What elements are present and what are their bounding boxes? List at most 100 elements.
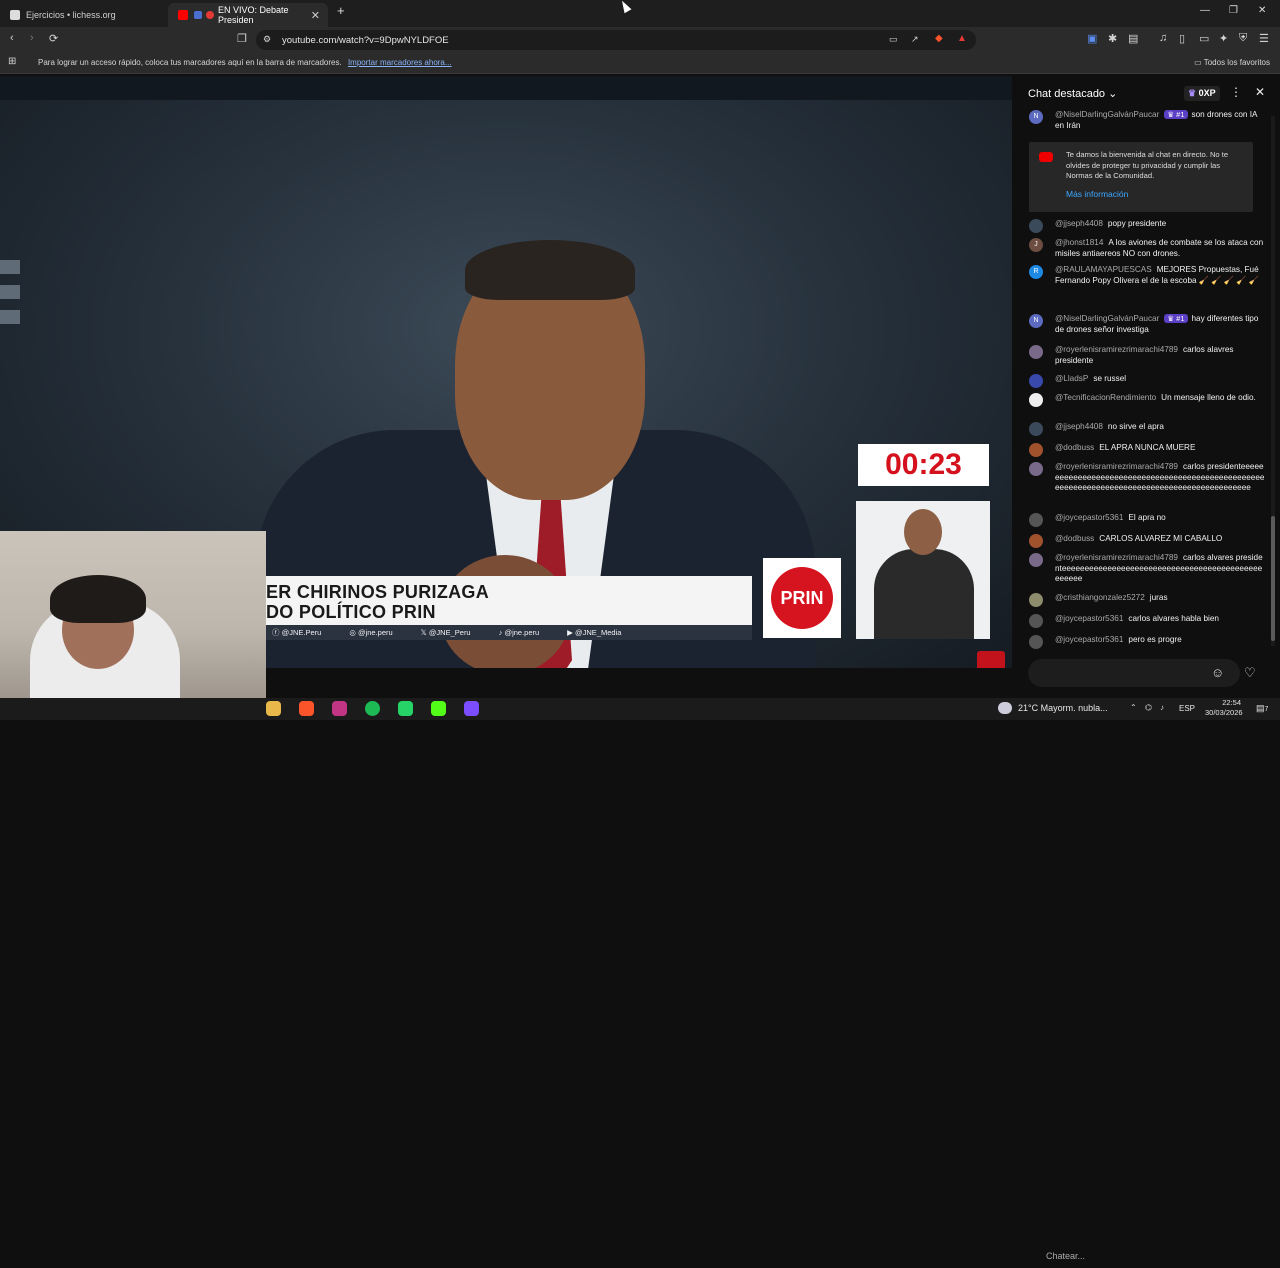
media-icon[interactable]: ♫ (1159, 32, 1167, 44)
chat-author[interactable]: @cristhiangonzalez5272 (1055, 593, 1145, 602)
media-player-icon[interactable] (464, 701, 479, 716)
leo-ai-icon[interactable]: ✦ (1219, 32, 1228, 45)
chat-author[interactable]: @royerlenisramirezrimarachi4789 (1055, 462, 1178, 471)
clock[interactable]: 22:54 30/03/2026 (1205, 698, 1243, 718)
notifications-icon[interactable]: ▤7 (1256, 703, 1268, 714)
avatar[interactable] (1029, 219, 1043, 233)
avatar[interactable] (1029, 443, 1043, 457)
extension-box-icon[interactable]: ▤ (1128, 32, 1138, 45)
chat-author[interactable]: @jjseph4408 (1055, 422, 1103, 431)
avatar[interactable] (1029, 374, 1043, 388)
avatar[interactable] (1029, 635, 1043, 649)
import-bookmarks-link[interactable]: Importar marcadores ahora... (348, 58, 452, 67)
backdrop-graphic (0, 260, 20, 274)
chat-author[interactable]: @dodbuss (1055, 443, 1094, 452)
back-icon[interactable]: ‹ (10, 32, 14, 44)
avatar[interactable]: J (1029, 238, 1043, 252)
tab-youtube-live[interactable]: EN VIVO: Debate Presiden ✕ (168, 3, 328, 27)
brave-browser-icon[interactable] (299, 701, 314, 716)
close-window-button[interactable]: ✕ (1258, 5, 1266, 16)
chat-scrollbar[interactable] (1271, 116, 1275, 646)
avatar[interactable] (1029, 462, 1043, 476)
avatar[interactable] (1029, 593, 1043, 607)
avatar[interactable]: R (1029, 265, 1043, 279)
tiktok-handle: ♪ @jne.peru (498, 628, 540, 637)
chat-author[interactable]: @joycepastor5361 (1055, 635, 1123, 644)
chat-author[interactable]: @LladsP (1055, 374, 1088, 383)
minimize-window-button[interactable]: — (1200, 5, 1210, 16)
sidebar-icon[interactable]: ▯ (1179, 32, 1185, 45)
site-info-icon[interactable]: ⚙ (263, 34, 271, 45)
chat-author[interactable]: @royerlenisramirezrimarachi4789 (1055, 345, 1178, 354)
chat-mode-dropdown[interactable]: Chat destacado ⌄ (1028, 87, 1117, 100)
sign-language-interpreter (856, 501, 990, 639)
new-tab-button[interactable]: + (337, 3, 345, 18)
heart-icon[interactable]: ♡ (1244, 665, 1256, 681)
network-icon[interactable]: ⌬ (1145, 703, 1152, 712)
chat-title: Chat destacado (1028, 88, 1106, 100)
brave-shields-icon[interactable]: ◆ (935, 33, 943, 44)
xp-badge[interactable]: ♛ 0XP (1184, 86, 1220, 101)
forward-icon[interactable]: › (30, 32, 34, 44)
chat-author[interactable]: @joycepastor5361 (1055, 513, 1123, 522)
language-indicator[interactable]: ESP (1179, 704, 1195, 713)
file-explorer-icon[interactable] (266, 701, 281, 716)
chat-input-field[interactable]: Chatear... (1028, 659, 1240, 1261)
weather-text[interactable]: 21°C Mayorm. nubla... (1018, 703, 1108, 713)
instagram-icon[interactable] (332, 701, 347, 716)
chat-author[interactable]: @TecnificacionRendimiento (1055, 393, 1156, 402)
close-tab-icon[interactable]: ✕ (311, 9, 320, 22)
reload-icon[interactable]: ⟳ (49, 32, 58, 45)
more-options-icon[interactable]: ⋮ (1230, 85, 1242, 99)
avatar[interactable]: N (1029, 110, 1043, 124)
wallet-icon[interactable]: ▭ (1199, 32, 1209, 45)
channel-logo (977, 651, 1005, 668)
avatar[interactable] (1029, 614, 1043, 628)
vpn-icon[interactable]: ⛨ (1239, 32, 1247, 45)
brave-rewards-icon[interactable]: ▲ (957, 33, 967, 44)
close-chat-icon[interactable]: ✕ (1255, 85, 1265, 99)
url-text: youtube.com/watch?v=9DpwNYLDFOE (282, 35, 449, 46)
chat-text: pero es progre (1128, 635, 1182, 644)
tab-lichess[interactable]: Ejercicios • lichess.org (0, 3, 168, 27)
browser-tab-strip: Ejercicios • lichess.org EN VIVO: Debate… (0, 0, 1280, 27)
volume-icon[interactable]: ♪ (1160, 703, 1164, 712)
avatar[interactable] (1029, 534, 1043, 548)
handle-text: @JNE_Media (575, 628, 622, 637)
chat-text: El apra no (1128, 513, 1166, 522)
maximize-window-button[interactable]: ❐ (1229, 5, 1238, 16)
avatar[interactable] (1029, 513, 1043, 527)
share-icon[interactable]: ↗ (911, 34, 919, 45)
all-favorites-button[interactable]: ▭ Todos los favoritos (1194, 58, 1270, 67)
spotify-icon[interactable] (365, 701, 380, 716)
chat-scroll-thumb[interactable] (1271, 516, 1275, 641)
chat-text: EL APRA NUNCA MUERE (1099, 443, 1196, 452)
apps-grid-icon[interactable]: ⊞ (8, 56, 16, 67)
extension-puzzle-icon[interactable]: ✱ (1108, 32, 1117, 45)
whatsapp-icon[interactable] (398, 701, 413, 716)
bookmark-icon[interactable]: ❐ (237, 32, 247, 45)
avatar[interactable] (1029, 553, 1043, 567)
chat-author[interactable]: @dodbuss (1055, 534, 1094, 543)
avatar[interactable] (1029, 345, 1043, 359)
chat-author[interactable]: @RAULAMAYAPUESCAS (1055, 265, 1152, 274)
chat-author[interactable]: @royerlenisramirezrimarachi4789 (1055, 553, 1178, 562)
kick-icon[interactable] (431, 701, 446, 716)
chat-message: @joycepastor5361 El apra no (1029, 513, 1265, 527)
chat-author[interactable]: @NiselDarlingGalvánPaucar (1055, 110, 1159, 119)
address-bar[interactable]: ⚙ youtube.com/watch?v=9DpwNYLDFOE ▭ ↗ ◆ … (256, 30, 976, 50)
chevron-up-icon[interactable]: ⌃ (1130, 703, 1137, 712)
more-info-link[interactable]: Más información (1066, 189, 1128, 199)
cast-icon[interactable]: ▭ (889, 34, 898, 45)
emoji-icon[interactable]: ☺ (1211, 665, 1224, 680)
avatar[interactable]: N (1029, 314, 1043, 328)
chat-author[interactable]: @joycepastor5361 (1055, 614, 1123, 623)
chat-author[interactable]: @NiselDarlingGalvánPaucar (1055, 314, 1159, 323)
menu-icon[interactable]: ☰ (1259, 32, 1269, 45)
chat-author[interactable]: @jjseph4408 (1055, 219, 1103, 228)
avatar[interactable] (1029, 393, 1043, 407)
extension-calendar-icon[interactable]: ▣ (1087, 32, 1097, 45)
chat-author[interactable]: @jhonst1814 (1055, 238, 1103, 247)
crown-icon: ♛ (1188, 88, 1199, 98)
avatar[interactable] (1029, 422, 1043, 436)
